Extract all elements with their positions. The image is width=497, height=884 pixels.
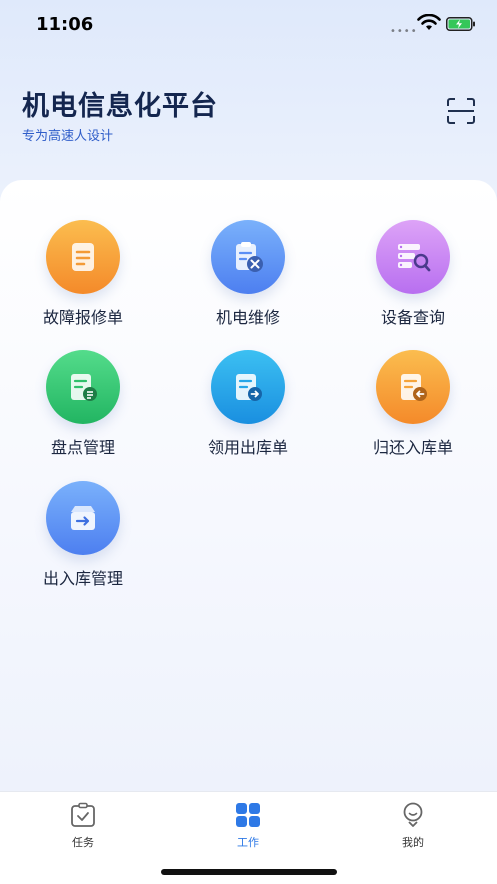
grid-item-label: 出入库管理 (42, 569, 123, 588)
status-time: 11:06 (36, 14, 94, 35)
wifi-icon (417, 14, 441, 30)
inventory-icon (46, 350, 120, 424)
tab-task[interactable]: 任务 (43, 802, 123, 850)
grid-item-in-out-management[interactable]: 出入库管理 (13, 481, 153, 589)
stock-out-icon (211, 350, 285, 424)
tab-work[interactable]: 工作 (208, 802, 288, 850)
grid-item-label: 归还入库单 (372, 438, 453, 457)
grid-item-label: 盘点管理 (50, 438, 115, 457)
page-title: 机电信息化平台 (22, 91, 218, 122)
device-search-icon (376, 220, 450, 294)
grid-item-label: 故障报修单 (42, 308, 123, 327)
grid-item-stock-out[interactable]: 领用出库单 (178, 350, 318, 458)
tab-label: 我的 (402, 836, 424, 849)
repair-clipboard-icon (211, 220, 285, 294)
profile-icon (403, 802, 423, 827)
tab-mine[interactable]: 我的 (373, 802, 453, 850)
grid-apps-icon (236, 803, 260, 827)
battery-icon (446, 17, 475, 31)
stock-return-icon (376, 350, 450, 424)
grid-item-fault-report[interactable]: 故障报修单 (13, 220, 153, 328)
grid-item-device-query[interactable]: 设备查询 (343, 220, 483, 328)
in-out-box-icon (46, 481, 120, 555)
home-indicator[interactable] (161, 869, 337, 875)
signal-icon: •••• (390, 26, 418, 37)
grid-item-label: 设备查询 (380, 308, 445, 327)
page-subtitle: 专为高速人设计 (22, 129, 114, 144)
grid-item-inventory[interactable]: 盘点管理 (13, 350, 153, 458)
tab-label: 工作 (237, 836, 259, 849)
status-bar: 11:06 •••• (0, 0, 497, 50)
grid-item-label: 机电维修 (215, 308, 280, 327)
document-icon (46, 220, 120, 294)
task-icon (71, 802, 95, 827)
grid-item-repair[interactable]: 机电维修 (178, 220, 318, 328)
tab-label: 任务 (72, 836, 94, 849)
grid-item-label: 领用出库单 (207, 438, 288, 457)
scan-icon[interactable] (446, 97, 476, 125)
grid-item-stock-return[interactable]: 归还入库单 (343, 350, 483, 458)
